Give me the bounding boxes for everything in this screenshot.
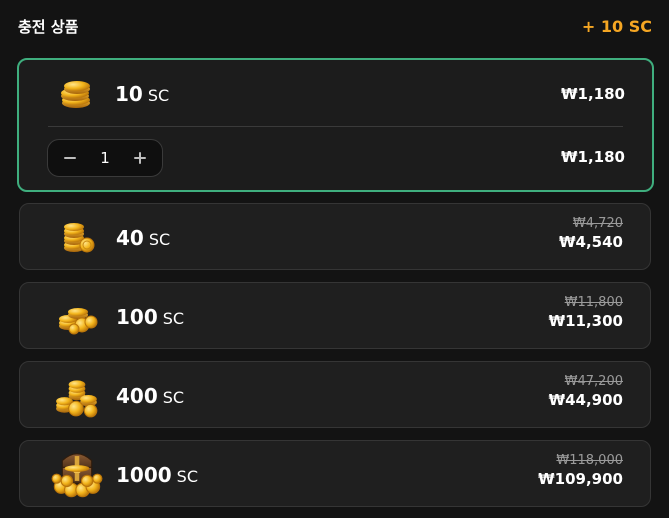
product-unit: SC <box>162 309 185 328</box>
bonus-amount: + 10 SC <box>581 16 652 36</box>
coins-small-icon <box>61 81 90 108</box>
original-price: ₩47,200 <box>564 374 623 389</box>
original-price: ₩11,800 <box>564 295 623 310</box>
product-price: ₩44,900 <box>548 391 623 409</box>
product-price: ₩109,900 <box>538 470 623 488</box>
total-price: ₩1,180 <box>561 148 625 166</box>
product-card-selected[interactable]: 10 SC ₩1,180 1 ₩1,180 <box>17 58 654 192</box>
minus-icon <box>64 157 76 159</box>
product-card[interactable]: 400 SC ₩47,200 ₩44,900 <box>19 361 651 428</box>
product-unit: SC <box>147 86 170 105</box>
coin-stack-icon <box>64 223 95 253</box>
product-amount: 40 <box>116 226 144 250</box>
product-amount: 1000 <box>116 463 172 487</box>
product-unit: SC <box>162 388 185 407</box>
product-name: 40 SC <box>116 226 170 250</box>
price-block: ₩118,000 ₩109,900 <box>538 453 623 489</box>
original-price: ₩118,000 <box>556 453 623 468</box>
price-block: ₩4,720 ₩4,540 <box>559 216 623 252</box>
treasure-chest-icon <box>51 453 103 498</box>
original-price: ₩4,720 <box>572 216 623 231</box>
product-unit: SC <box>148 230 171 249</box>
decrement-button[interactable] <box>62 150 78 166</box>
coin-heap-icon <box>56 380 98 418</box>
product-name: 400 SC <box>116 384 184 408</box>
price-block: ₩1,180 <box>561 84 625 104</box>
header: 충전 상품 + 10 SC <box>18 12 652 40</box>
product-name: 1000 SC <box>116 463 198 487</box>
product-amount: 10 <box>115 82 143 106</box>
product-price: ₩4,540 <box>559 233 623 251</box>
quantity-value: 1 <box>100 149 110 167</box>
product-name: 10 SC <box>115 82 169 106</box>
section-title: 충전 상품 <box>18 17 79 36</box>
product-amount: 400 <box>116 384 158 408</box>
divider <box>48 126 623 127</box>
charge-products-panel: 충전 상품 + 10 SC 10 SC ₩1,180 1 ₩1,180 40 S… <box>0 0 669 518</box>
product-card[interactable]: 100 SC ₩11,800 ₩11,300 <box>19 282 651 349</box>
plus-icon <box>133 152 146 164</box>
product-price: ₩11,300 <box>548 312 623 330</box>
product-amount: 100 <box>116 305 158 329</box>
quantity-stepper[interactable]: 1 <box>47 139 163 177</box>
price-block: ₩11,800 ₩11,300 <box>549 295 623 331</box>
product-card[interactable]: 1000 SC ₩118,000 ₩109,900 <box>19 440 651 507</box>
product-card[interactable]: 40 SC ₩4,720 ₩4,540 <box>19 203 651 270</box>
coin-pile-icon <box>59 308 98 335</box>
price-block: ₩47,200 ₩44,900 <box>549 374 623 410</box>
product-name: 100 SC <box>116 305 184 329</box>
increment-button[interactable] <box>132 150 148 166</box>
product-unit: SC <box>176 467 198 486</box>
product-price: ₩1,180 <box>561 85 625 103</box>
